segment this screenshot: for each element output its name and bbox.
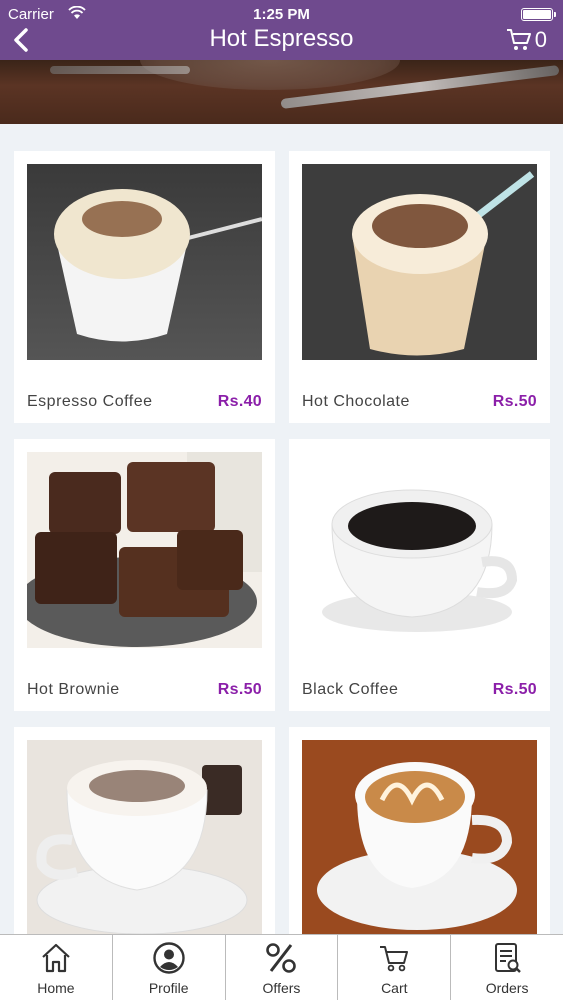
product-card-hot-brownie[interactable]: Hot Brownie Rs.50 bbox=[14, 439, 275, 711]
cart-icon bbox=[506, 29, 531, 50]
percent-icon bbox=[266, 943, 297, 973]
cart-count: 0 bbox=[534, 27, 547, 52]
header-bar: Carrier 1:25 PM Hot Espresso 0 bbox=[0, 0, 563, 60]
tab-label: Orders bbox=[485, 980, 529, 996]
tab-cart[interactable]: Cart bbox=[338, 935, 452, 1000]
product-image bbox=[302, 740, 537, 934]
product-price: Rs.50 bbox=[492, 681, 537, 698]
cart-icon bbox=[380, 946, 409, 972]
battery-icon bbox=[521, 8, 556, 21]
product-image bbox=[302, 452, 537, 648]
bottom-tab-bar: Home Profile Offers Cart Orders bbox=[0, 934, 563, 1000]
product-card-5[interactable] bbox=[14, 727, 275, 934]
clock: 1:25 PM bbox=[253, 6, 310, 23]
tab-label: Home bbox=[37, 980, 75, 996]
tab-orders[interactable]: Orders bbox=[451, 935, 563, 1000]
tab-label: Profile bbox=[148, 980, 189, 996]
product-card-espresso-coffee[interactable]: Espresso Coffee Rs.40 bbox=[14, 151, 275, 423]
product-name: Espresso Coffee bbox=[27, 393, 153, 410]
category-banner bbox=[0, 60, 563, 124]
profile-icon bbox=[152, 942, 185, 974]
product-card-hot-chocolate[interactable]: Hot Chocolate Rs.50 bbox=[289, 151, 550, 423]
tab-label: Cart bbox=[381, 980, 408, 996]
orders-icon bbox=[495, 943, 521, 973]
product-image bbox=[27, 452, 262, 648]
page-title: Hot Espresso bbox=[209, 25, 354, 52]
product-card-6[interactable] bbox=[289, 727, 550, 934]
product-image bbox=[27, 164, 262, 360]
product-name: Black Coffee bbox=[302, 681, 399, 698]
header-cart-button[interactable]: 0 bbox=[506, 26, 547, 54]
tab-profile[interactable]: Profile bbox=[113, 935, 226, 1000]
product-name: Hot Chocolate bbox=[302, 393, 410, 410]
product-image bbox=[302, 164, 537, 360]
product-price: Rs.50 bbox=[492, 393, 537, 410]
product-card-black-coffee[interactable]: Black Coffee Rs.50 bbox=[289, 439, 550, 711]
tab-offers[interactable]: Offers bbox=[226, 935, 339, 1000]
product-price: Rs.50 bbox=[217, 681, 262, 698]
tab-home[interactable]: Home bbox=[0, 935, 113, 1000]
product-price: Rs.40 bbox=[217, 393, 262, 410]
tab-label: Offers bbox=[262, 980, 301, 996]
product-image bbox=[27, 740, 262, 934]
product-grid: Espresso Coffee Rs.40 Hot Chocolate Rs.5… bbox=[0, 124, 563, 934]
status-bar: Carrier 1:25 PM bbox=[0, 4, 563, 24]
home-icon bbox=[42, 943, 70, 973]
product-name: Hot Brownie bbox=[27, 681, 120, 698]
nav-bar: Hot Espresso 0 bbox=[0, 22, 563, 58]
